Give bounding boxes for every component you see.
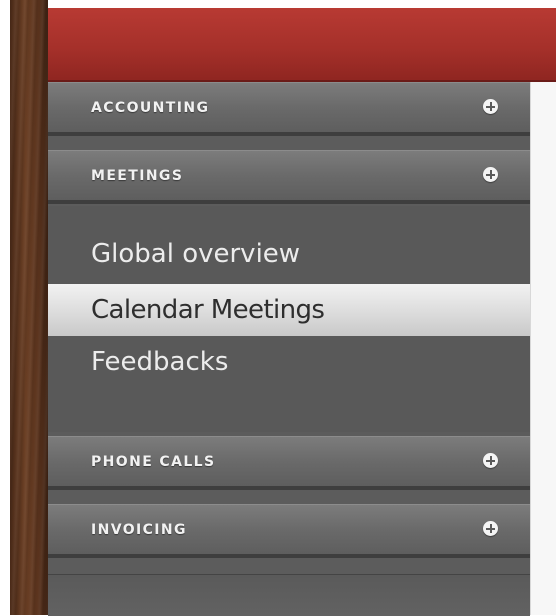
main-content-pane xyxy=(530,82,556,615)
submenu-item-calendar-meetings[interactable]: Calendar Meetings xyxy=(48,284,530,336)
section-title: MEETINGS xyxy=(91,168,184,184)
submenu-item-global-overview[interactable]: Global overview xyxy=(48,228,530,280)
sidebar-menu: ACCOUNTING MEETINGS Global overview Cale… xyxy=(48,82,530,616)
section-title: PHONE CALLS xyxy=(91,454,216,470)
plus-circle-icon[interactable] xyxy=(483,521,498,536)
section-phone-calls[interactable]: PHONE CALLS xyxy=(48,436,530,490)
section-title: INVOICING xyxy=(91,522,187,538)
wood-background-strip xyxy=(10,0,48,615)
plus-circle-icon[interactable] xyxy=(483,453,498,468)
section-invoicing[interactable]: INVOICING xyxy=(48,504,530,558)
submenu-item-feedbacks[interactable]: Feedbacks xyxy=(48,336,530,388)
plus-circle-icon[interactable] xyxy=(483,167,498,182)
section-accounting[interactable]: ACCOUNTING xyxy=(48,82,530,136)
meetings-submenu: Global overview Calendar Meetings Feedba… xyxy=(48,206,530,432)
app-header-bar xyxy=(48,8,556,82)
section-meetings[interactable]: MEETINGS xyxy=(48,150,530,204)
section-title: ACCOUNTING xyxy=(91,100,210,116)
plus-circle-icon[interactable] xyxy=(483,99,498,114)
sidebar-footer xyxy=(48,574,530,616)
